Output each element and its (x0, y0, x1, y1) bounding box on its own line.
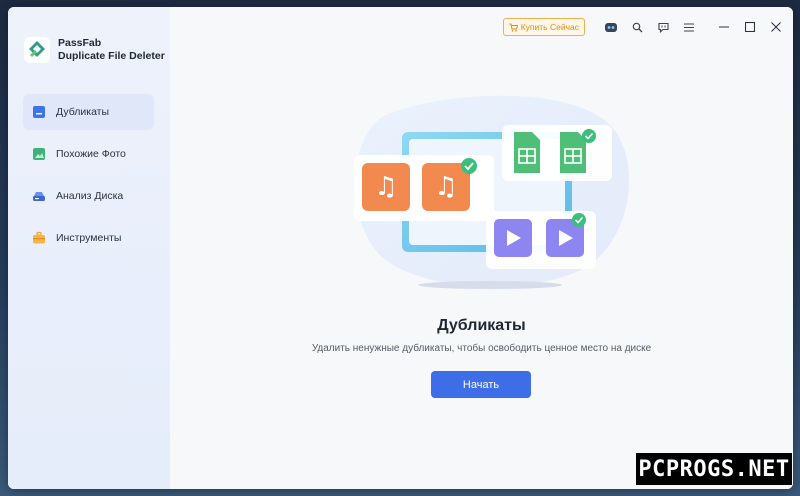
brand-line-2: Duplicate File Deleter (58, 50, 165, 62)
brand: PassFab Duplicate File Deleter (24, 37, 165, 63)
sheet-files-card (502, 125, 612, 181)
start-button[interactable]: Начать (431, 371, 531, 398)
image-icon (33, 148, 45, 160)
close-icon (771, 22, 781, 32)
search-button[interactable] (625, 15, 649, 39)
svg-text:♫: ♫ (374, 172, 397, 202)
buy-now-button[interactable]: Купить Сейчас (502, 18, 585, 36)
minimize-icon (719, 26, 729, 28)
cart-icon (509, 23, 518, 32)
watermark: PCPROGS.NET (636, 453, 792, 485)
minimize-button[interactable] (711, 15, 737, 39)
sidebar-item-duplicates[interactable]: Дубликаты (23, 94, 154, 130)
feedback-icon (657, 22, 669, 33)
buy-now-label: Купить Сейчас (520, 22, 579, 32)
sidebar-item-label: Дубликаты (56, 106, 110, 118)
menu-button[interactable] (677, 15, 701, 39)
sidebar-nav: Дубликаты Похожие Фото Анализ Диска Инст… (23, 94, 154, 262)
brand-line-1: PassFab (58, 37, 102, 49)
duplicates-illustration: ♫ ♫ (354, 95, 630, 289)
sidebar-item-tools[interactable]: Инструменты (23, 220, 154, 256)
assistant-button[interactable] (599, 15, 623, 39)
sidebar-item-label: Инструменты (56, 232, 122, 244)
robot-icon (605, 23, 617, 32)
search-icon (632, 22, 642, 32)
music-files-card: ♫ ♫ (354, 155, 494, 221)
toolbox-icon (33, 231, 45, 244)
app-logo-icon (24, 37, 50, 63)
main-panel: Купить Сейчас ♫ ♫ Дубликаты Удалить нену… (170, 7, 793, 489)
svg-text:♫: ♫ (434, 172, 457, 202)
sidebar-item-similar-photos[interactable]: Похожие Фото (23, 136, 154, 172)
maximize-button[interactable] (737, 15, 763, 39)
video-files-card (486, 211, 596, 269)
sidebar-item-disk-analysis[interactable]: Анализ Диска (23, 178, 154, 214)
titlebar: Купить Сейчас (502, 13, 793, 41)
sidebar-item-label: Похожие Фото (56, 148, 126, 160)
brand-name: PassFab Duplicate File Deleter (58, 37, 165, 63)
close-button[interactable] (763, 15, 789, 39)
app-window: PassFab Duplicate File Deleter Дубликаты… (8, 7, 793, 489)
menu-icon (684, 22, 694, 32)
sidebar: PassFab Duplicate File Deleter Дубликаты… (8, 7, 170, 489)
page-title: Дубликаты (437, 317, 526, 334)
feedback-button[interactable] (651, 15, 675, 39)
disk-icon (33, 192, 45, 201)
sidebar-item-label: Анализ Диска (56, 190, 124, 202)
maximize-icon (745, 22, 755, 32)
file-icon (33, 106, 45, 118)
page-subtitle: Удалить ненужные дубликаты, чтобы освобо… (311, 343, 652, 354)
